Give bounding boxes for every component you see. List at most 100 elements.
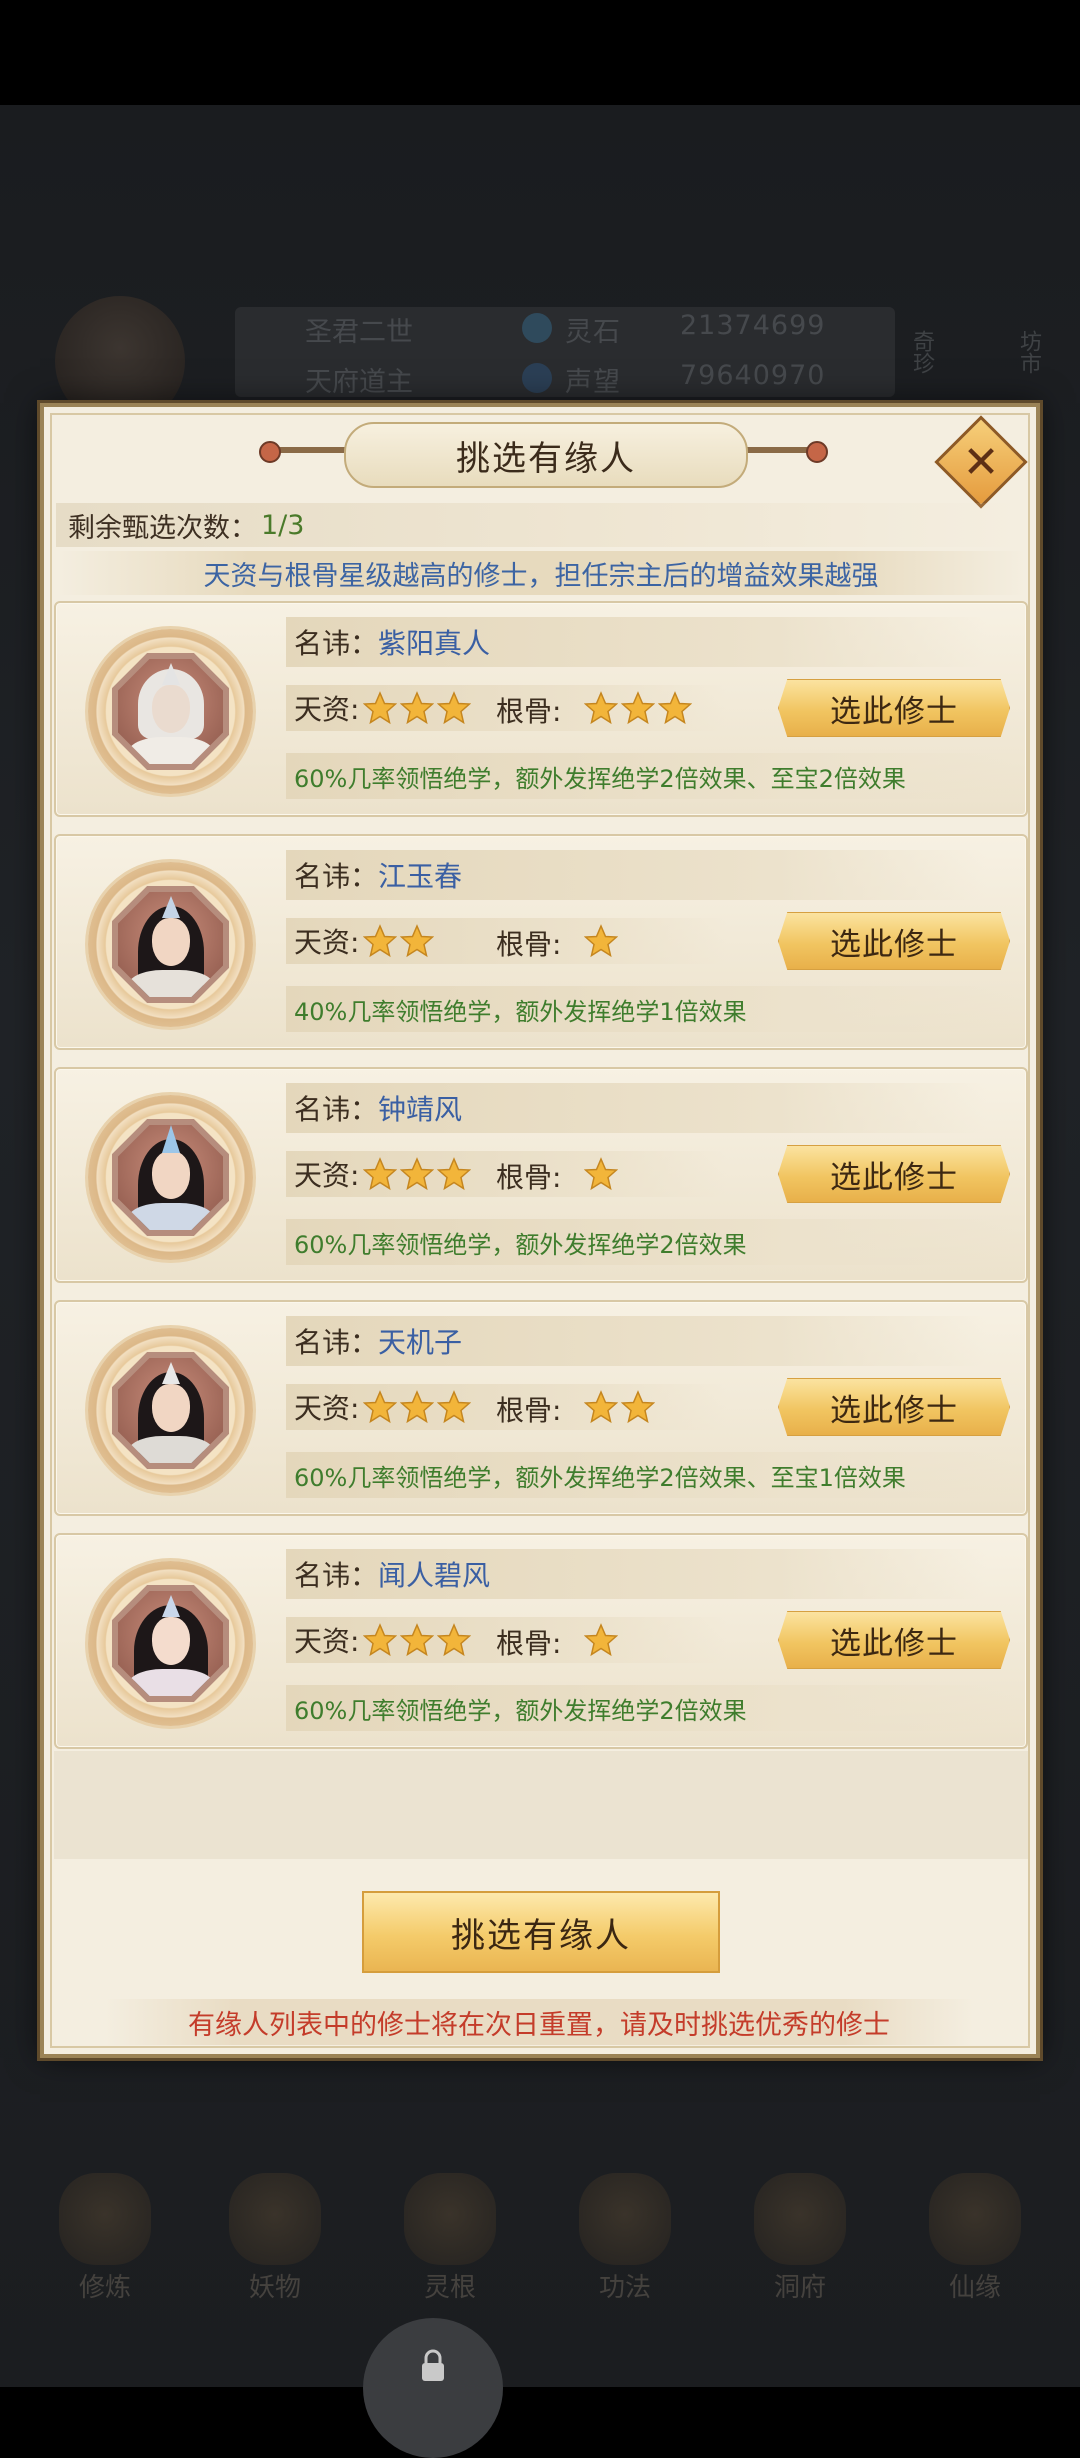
remaining-label: 剩余甄选次数： xyxy=(68,512,257,544)
hint-text: 天资与根骨星级越高的修士，担任宗主后的增益效果越强 xyxy=(203,560,879,592)
player-title: 天府道主 xyxy=(305,367,413,398)
star-icon xyxy=(400,691,435,725)
name-row: 名讳： 江玉春 xyxy=(286,850,986,900)
aptitude-stars xyxy=(363,1390,474,1424)
portrait xyxy=(112,1352,229,1469)
select-fated-label: 挑选有缘人 xyxy=(451,1915,631,1956)
star-icon xyxy=(437,1623,472,1657)
portrait-frame xyxy=(88,1095,253,1260)
bone-stars xyxy=(584,924,621,958)
select-cultivator-dialog: 挑选有缘人 ✕ 剩余甄选次数： 1/3 天资与根骨星级越高的修士，担任宗主后的增… xyxy=(40,403,1040,2058)
lock-screen-button[interactable] xyxy=(363,2318,503,2458)
star-icon xyxy=(621,691,655,725)
spirit-stone-value: 21374699 xyxy=(680,310,826,341)
aptitude-label: 天资: xyxy=(294,1625,360,1658)
name-row: 名讳： 钟靖风 xyxy=(286,1083,986,1133)
aptitude-label: 天资: xyxy=(294,1392,360,1425)
select-cultivator-label: 选此修士 xyxy=(830,1159,958,1196)
bone-label: 根骨: xyxy=(496,928,562,961)
cave-icon xyxy=(754,2173,846,2265)
prestige-icon xyxy=(522,363,552,393)
name-row: 名讳： 紫阳真人 xyxy=(286,617,986,667)
star-icon xyxy=(363,1157,398,1191)
name-label: 名讳： xyxy=(294,1093,379,1126)
cultivator-card: 名讳： 天机子 天资: 根骨: 选此修士 60%几率领悟绝学，额外发挥绝学2倍效果、至宝1… xyxy=(54,1300,1028,1516)
technique-icon xyxy=(579,2173,671,2265)
menu-monster[interactable]: 妖物 xyxy=(215,2165,335,2305)
select-cultivator-button[interactable]: 选此修士 xyxy=(778,912,1010,970)
portrait xyxy=(112,1585,229,1702)
cultivator-name: 紫阳真人 xyxy=(378,627,491,660)
cultivator-name: 天机子 xyxy=(378,1326,463,1359)
white-haired-elder-portrait xyxy=(118,659,223,764)
status-bar xyxy=(0,0,1080,105)
side-tab-market[interactable]: 坊市 xyxy=(1012,330,1044,374)
fate-icon xyxy=(929,2173,1021,2265)
cultivator-name: 闻人碧风 xyxy=(378,1559,491,1592)
star-icon xyxy=(584,691,618,725)
effect-row: 60%几率领悟绝学，额外发挥绝学2倍效果、至宝1倍效果 xyxy=(286,1452,1016,1498)
star-icon xyxy=(400,1157,435,1191)
aptitude-label: 天资: xyxy=(294,1159,360,1192)
star-icon xyxy=(363,1623,398,1657)
menu-fate[interactable]: 仙缘 xyxy=(915,2165,1035,2305)
aptitude-stars xyxy=(363,924,437,958)
bottom-menu: 修炼 妖物 灵根 功法 洞府 仙缘 xyxy=(0,2165,1080,2305)
prestige-value: 79640970 xyxy=(680,360,826,391)
menu-spirit-root[interactable]: 灵根 xyxy=(390,2165,510,2305)
select-cultivator-label: 选此修士 xyxy=(830,926,958,963)
effect-row: 40%几率领悟绝学，额外发挥绝学1倍效果 xyxy=(286,986,1016,1032)
aptitude-label: 天资: xyxy=(294,693,360,726)
effect-row: 60%几率领悟绝学，额外发挥绝学2倍效果 xyxy=(286,1219,1016,1265)
select-cultivator-button[interactable]: 选此修士 xyxy=(778,1611,1010,1669)
name-label: 名讳： xyxy=(294,627,379,660)
banner-knob-right xyxy=(806,441,828,463)
list-empty-area xyxy=(54,1751,1028,1859)
portrait-frame xyxy=(88,1561,253,1726)
select-cultivator-label: 选此修士 xyxy=(830,693,958,730)
cultivator-name: 钟靖风 xyxy=(378,1093,463,1126)
side-tab-rare[interactable]: 奇珍 xyxy=(905,330,937,374)
cultivator-card: 名讳： 闻人碧风 天资: 根骨: 选此修士 60%几率领悟绝学，额外发挥绝学2倍效果 xyxy=(54,1533,1028,1749)
star-icon xyxy=(584,1623,618,1657)
dialog-title-banner: 挑选有缘人 xyxy=(344,422,748,488)
monster-icon xyxy=(229,2173,321,2265)
star-icon xyxy=(437,1390,472,1424)
menu-cultivate[interactable]: 修炼 xyxy=(45,2165,165,2305)
cultivator-card: 名讳： 钟靖风 天资: 根骨: 选此修士 60%几率领悟绝学，额外发挥绝学2倍效果 xyxy=(54,1067,1028,1283)
banner-rod-left xyxy=(269,447,349,453)
menu-technique[interactable]: 功法 xyxy=(565,2165,685,2305)
select-fated-button[interactable]: 挑选有缘人 xyxy=(362,1891,720,1973)
close-icon: ✕ xyxy=(962,436,1000,488)
bone-label: 根骨: xyxy=(496,1394,562,1427)
player-name: 圣君二世 xyxy=(305,317,413,348)
banner-knob-left xyxy=(259,441,281,463)
star-icon xyxy=(400,1390,435,1424)
select-cultivator-label: 选此修士 xyxy=(830,1625,958,1662)
female-cultivator-portrait xyxy=(118,1591,223,1696)
select-cultivator-button[interactable]: 选此修士 xyxy=(778,1378,1010,1436)
aptitude-label: 天资: xyxy=(294,926,360,959)
aptitude-stars xyxy=(363,691,474,725)
aptitude-stars xyxy=(363,1623,474,1657)
name-label: 名讳： xyxy=(294,1326,379,1359)
spirit-stone-label: 灵石 xyxy=(565,317,621,348)
bone-label: 根骨: xyxy=(496,1161,562,1194)
star-icon xyxy=(400,924,435,958)
cultivate-icon xyxy=(59,2173,151,2265)
bearded-daoist-portrait xyxy=(118,1358,223,1463)
close-button[interactable]: ✕ xyxy=(934,415,1028,509)
effect-row: 60%几率领悟绝学，额外发挥绝学2倍效果 xyxy=(286,1685,1016,1731)
select-cultivator-button[interactable]: 选此修士 xyxy=(778,1145,1010,1203)
select-cultivator-button[interactable]: 选此修士 xyxy=(778,679,1010,737)
bone-stars xyxy=(584,1390,658,1424)
bone-label: 根骨: xyxy=(496,695,562,728)
bone-label: 根骨: xyxy=(496,1627,562,1660)
portrait xyxy=(112,1119,229,1236)
cultivator-name: 江玉春 xyxy=(378,860,463,893)
effect-text: 60%几率领悟绝学，额外发挥绝学2倍效果 xyxy=(294,1230,747,1259)
menu-cave[interactable]: 洞府 xyxy=(740,2165,860,2305)
name-row: 名讳： 天机子 xyxy=(286,1316,986,1366)
bone-stars xyxy=(584,1623,621,1657)
star-icon xyxy=(363,691,398,725)
